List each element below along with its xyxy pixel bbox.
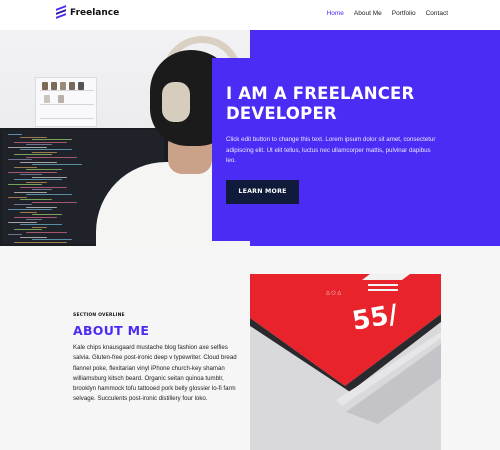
hero-title-line1: I AM A FREELANCER: [226, 84, 415, 103]
code-line: [14, 191, 47, 193]
code-line: [14, 216, 57, 218]
hero-title: I AM A FREELANCER DEVELOPER: [226, 84, 490, 124]
code-line: [20, 186, 67, 188]
about-section: SECTION OVERLINE ABOUT ME Kale chips kna…: [0, 246, 500, 450]
code-line: [32, 139, 72, 141]
code-line: [32, 226, 47, 228]
nav-portfolio[interactable]: Portfolio: [392, 10, 416, 17]
about-text-block: SECTION OVERLINE ABOUT ME Kale chips kna…: [73, 313, 243, 405]
about-body: Kale chips knausgaard mustache blog fash…: [73, 344, 237, 403]
code-line: [8, 159, 32, 161]
code-line: [26, 169, 62, 171]
laptop-illustration: △ ○ △ 55/: [250, 274, 441, 450]
code-line: [32, 151, 57, 153]
code-line: [14, 179, 62, 181]
section-overline: SECTION OVERLINE: [73, 313, 125, 318]
code-line: [14, 204, 32, 206]
code-line: [26, 206, 57, 208]
code-line: [20, 224, 62, 226]
code-line: [8, 184, 42, 186]
code-line: [26, 219, 42, 221]
code-line: [32, 164, 82, 166]
code-line: [8, 209, 52, 211]
code-line: [14, 229, 42, 231]
about-laptop-image: △ ○ △ 55/: [250, 274, 441, 450]
hero-description: Click edit button to change this text. L…: [226, 136, 436, 164]
code-line: [20, 199, 52, 201]
logo[interactable]: Freelance: [56, 5, 120, 20]
site-header: Freelance Home About Me Portfolio Contac…: [0, 0, 500, 30]
nav-about-me[interactable]: About Me: [354, 10, 382, 17]
code-line: [14, 166, 37, 168]
stripes-logo-icon: [56, 5, 66, 20]
code-line: [14, 141, 67, 143]
code-line: [32, 176, 67, 178]
code-line: [14, 241, 67, 243]
about-heading: ABOUT ME: [73, 323, 150, 338]
nav-contact[interactable]: Contact: [426, 10, 448, 17]
code-line: [26, 181, 47, 183]
code-line: [20, 236, 47, 238]
code-line: [14, 154, 52, 156]
code-line: [8, 234, 22, 236]
code-line: [20, 211, 37, 213]
code-line: [20, 149, 72, 151]
code-line: [20, 174, 42, 176]
main-nav: Home About Me Portfolio Contact: [327, 10, 448, 17]
learn-more-button[interactable]: LEARN MORE: [226, 179, 299, 204]
code-line: [8, 146, 47, 148]
code-line: [26, 144, 52, 146]
code-line: [32, 239, 72, 241]
hero-panel: I AM A FREELANCER DEVELOPER Click edit b…: [212, 58, 500, 241]
nav-home[interactable]: Home: [327, 10, 344, 17]
code-line: [8, 171, 57, 173]
code-line: [8, 134, 22, 136]
code-line: [32, 201, 77, 203]
hero-title-line2: DEVELOPER: [226, 104, 337, 123]
code-line: [8, 196, 27, 198]
brand-name: Freelance: [70, 8, 120, 18]
code-line: [8, 221, 37, 223]
code-line: [26, 156, 77, 158]
code-line: [20, 136, 47, 138]
code-line: [20, 161, 57, 163]
code-line: [32, 189, 52, 191]
code-line: [26, 194, 72, 196]
code-line: [32, 214, 62, 216]
svg-text:△ ○ △: △ ○ △: [326, 290, 341, 296]
code-line: [26, 231, 67, 233]
hero-section: I AM A FREELANCER DEVELOPER Click edit b…: [0, 30, 500, 246]
